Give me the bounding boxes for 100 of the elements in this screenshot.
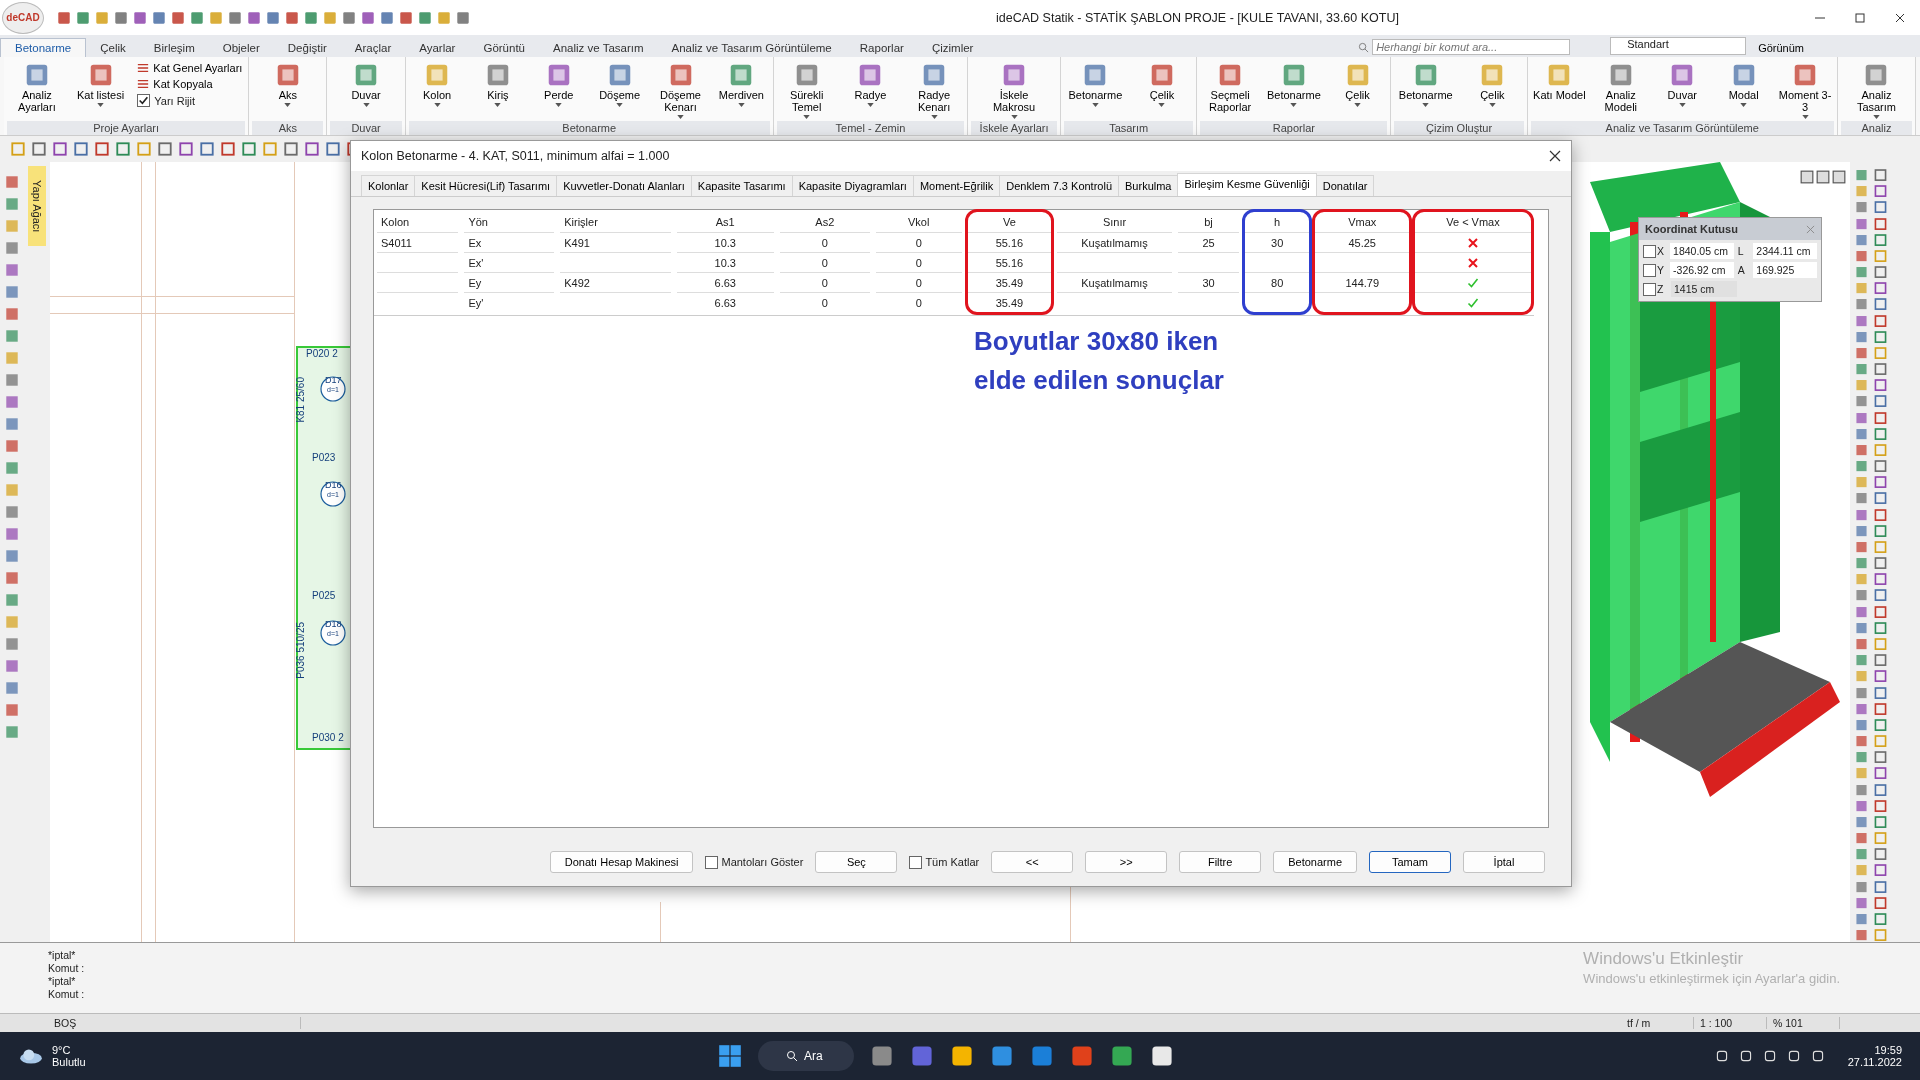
toolbar-square-icon[interactable]	[4, 724, 20, 740]
toolbar-square-icon[interactable]	[4, 548, 20, 564]
ribbon-button[interactable]: Seçmeli Raporlar	[1203, 59, 1258, 121]
toolbar-square-icon[interactable]	[1854, 200, 1869, 215]
ribbon-button[interactable]: Çelik	[1135, 59, 1189, 121]
toolbar-square-icon[interactable]	[1873, 717, 1888, 732]
toolbar-square-icon[interactable]	[1873, 184, 1888, 199]
view-cube-icon[interactable]	[1816, 170, 1830, 184]
dialog-button[interactable]: Filtre	[1179, 851, 1262, 873]
dialog-tab[interactable]: Kolonlar	[361, 175, 416, 196]
toolbar-square-icon[interactable]	[265, 9, 281, 26]
toolbar-square-icon[interactable]	[4, 262, 20, 278]
menu-tab[interactable]: Raporlar	[845, 39, 918, 57]
ribbon-button[interactable]: Analiz Tasarım	[1849, 59, 1904, 121]
dialog-button[interactable]: Betonarme	[1273, 851, 1357, 873]
dialog-button[interactable]: Tamam	[1369, 851, 1451, 873]
ribbon-button[interactable]: Analiz Modeli	[1593, 59, 1648, 121]
ribbon-button[interactable]: Çelik	[1330, 59, 1385, 121]
toolbar-square-icon[interactable]	[1873, 507, 1888, 522]
column-header[interactable]: bj	[1178, 212, 1239, 232]
toolbar-square-icon[interactable]	[4, 702, 20, 718]
toolbar-square-icon[interactable]	[360, 9, 376, 26]
coordinate-field[interactable]: 169.925	[1753, 262, 1817, 278]
column-header[interactable]: Vmax	[1315, 212, 1409, 232]
column-header[interactable]: Ve < Vmax	[1415, 212, 1531, 232]
toolbar-square-icon[interactable]	[1873, 911, 1888, 927]
windows-icon[interactable]	[718, 1044, 742, 1068]
toolbar-square-icon[interactable]	[4, 240, 20, 256]
dialog-button[interactable]: Seç	[815, 851, 898, 873]
dialog-tab[interactable]: Birleşim Kesme Güvenliği	[1177, 173, 1317, 196]
toolbar-square-icon[interactable]	[4, 460, 20, 476]
toolbar-square-icon[interactable]	[4, 504, 20, 520]
toolbar-square-icon[interactable]	[4, 394, 20, 410]
toolbar-square-icon[interactable]	[417, 9, 433, 26]
toolbar-square-icon[interactable]	[1854, 750, 1869, 765]
coordinate-field[interactable]: 2344.11 cm	[1753, 243, 1817, 259]
toolbar-square-icon[interactable]	[1873, 265, 1888, 280]
toolbar-square-icon[interactable]	[1854, 313, 1869, 328]
dialog-button[interactable]: >>	[1085, 851, 1168, 873]
dialog-button[interactable]: İptal	[1463, 851, 1545, 873]
toolbar-square-icon[interactable]	[1854, 895, 1869, 910]
toolbar-square-icon[interactable]	[1854, 426, 1869, 441]
toolbar-square-icon[interactable]	[1854, 831, 1869, 846]
toolbar-square-icon[interactable]	[4, 526, 20, 542]
toolbar-square-icon[interactable]	[1873, 232, 1888, 247]
toolbar-square-icon[interactable]	[1873, 491, 1888, 506]
toolbar-square-icon[interactable]	[1873, 459, 1888, 474]
menu-tab[interactable]: Ayarlar	[405, 39, 470, 57]
toolbar-square-icon[interactable]	[4, 306, 20, 322]
ribbon-button[interactable]: Sürekli Temel	[779, 59, 834, 121]
toolbar-square-icon[interactable]	[157, 141, 173, 157]
toolbar-square-icon[interactable]	[1854, 523, 1869, 538]
app-icon[interactable]	[950, 1044, 974, 1068]
side-panel-tab[interactable]: Yapı Ağacı	[28, 166, 46, 246]
toolbar-square-icon[interactable]	[1854, 604, 1869, 619]
column-header[interactable]: Ve	[967, 212, 1052, 232]
toolbar-square-icon[interactable]	[1854, 620, 1869, 635]
toolbar-square-icon[interactable]	[1873, 928, 1888, 943]
toolbar-square-icon[interactable]	[1873, 168, 1888, 183]
toolbar-square-icon[interactable]	[304, 141, 320, 157]
view-cube-icon[interactable]	[1832, 170, 1846, 184]
view-cube-icon[interactable]	[1800, 170, 1814, 184]
menu-tab[interactable]: Betonarme	[0, 38, 87, 57]
toolbar-square-icon[interactable]	[4, 174, 20, 190]
coordinate-field[interactable]: -326.92 cm	[1670, 262, 1734, 278]
menu-tab[interactable]: Çelik	[86, 39, 140, 57]
toolbar-square-icon[interactable]	[31, 141, 47, 157]
toolbar-square-icon[interactable]	[52, 141, 68, 157]
column-header[interactable]: h	[1244, 212, 1310, 232]
toolbar-square-icon[interactable]	[4, 636, 20, 652]
toolbar-square-icon[interactable]	[4, 284, 20, 300]
close-icon[interactable]	[1549, 150, 1561, 162]
toolbar-square-icon[interactable]	[1873, 863, 1888, 878]
menu-tab[interactable]: Birleşim	[139, 39, 209, 57]
menu-tab[interactable]: Objeler	[208, 39, 274, 57]
ribbon-button[interactable]: Betonarme	[1398, 59, 1453, 121]
toolbar-square-icon[interactable]	[1854, 232, 1869, 247]
ribbon-button[interactable]: Duvar	[339, 59, 394, 121]
ribbon-button[interactable]: Merdiven	[714, 59, 769, 121]
toolbar-square-icon[interactable]	[1873, 572, 1888, 587]
toolbar-square-icon[interactable]	[1873, 297, 1888, 312]
coordinate-field[interactable]: 1840.05 cm	[1670, 243, 1734, 259]
toolbar-square-icon[interactable]	[170, 9, 186, 26]
toolbar-square-icon[interactable]	[1854, 685, 1869, 700]
column-header[interactable]: Vkol	[875, 212, 962, 232]
toolbar-square-icon[interactable]	[1873, 895, 1888, 910]
maximize-icon[interactable]	[1854, 11, 1866, 24]
menu-tab[interactable]: Görüntü	[469, 39, 539, 57]
ribbon-button[interactable]: Analiz Ayarları	[9, 59, 64, 121]
toolbar-square-icon[interactable]	[1873, 281, 1888, 296]
toolbar-square-icon[interactable]	[1873, 847, 1888, 862]
toolbar-square-icon[interactable]	[1873, 620, 1888, 635]
toolbar-square-icon[interactable]	[4, 372, 20, 388]
toolbar-square-icon[interactable]	[246, 9, 262, 26]
menu-tab[interactable]: Analiz ve Tasarım Görüntüleme	[657, 39, 846, 57]
ribbon-button[interactable]: Kat listesi	[73, 59, 128, 121]
toolbar-square-icon[interactable]	[4, 658, 20, 674]
column-header[interactable]: Sınır	[1057, 212, 1173, 232]
toolbar-square-icon[interactable]	[1854, 717, 1869, 732]
toolbar-square-icon[interactable]	[1873, 798, 1888, 813]
